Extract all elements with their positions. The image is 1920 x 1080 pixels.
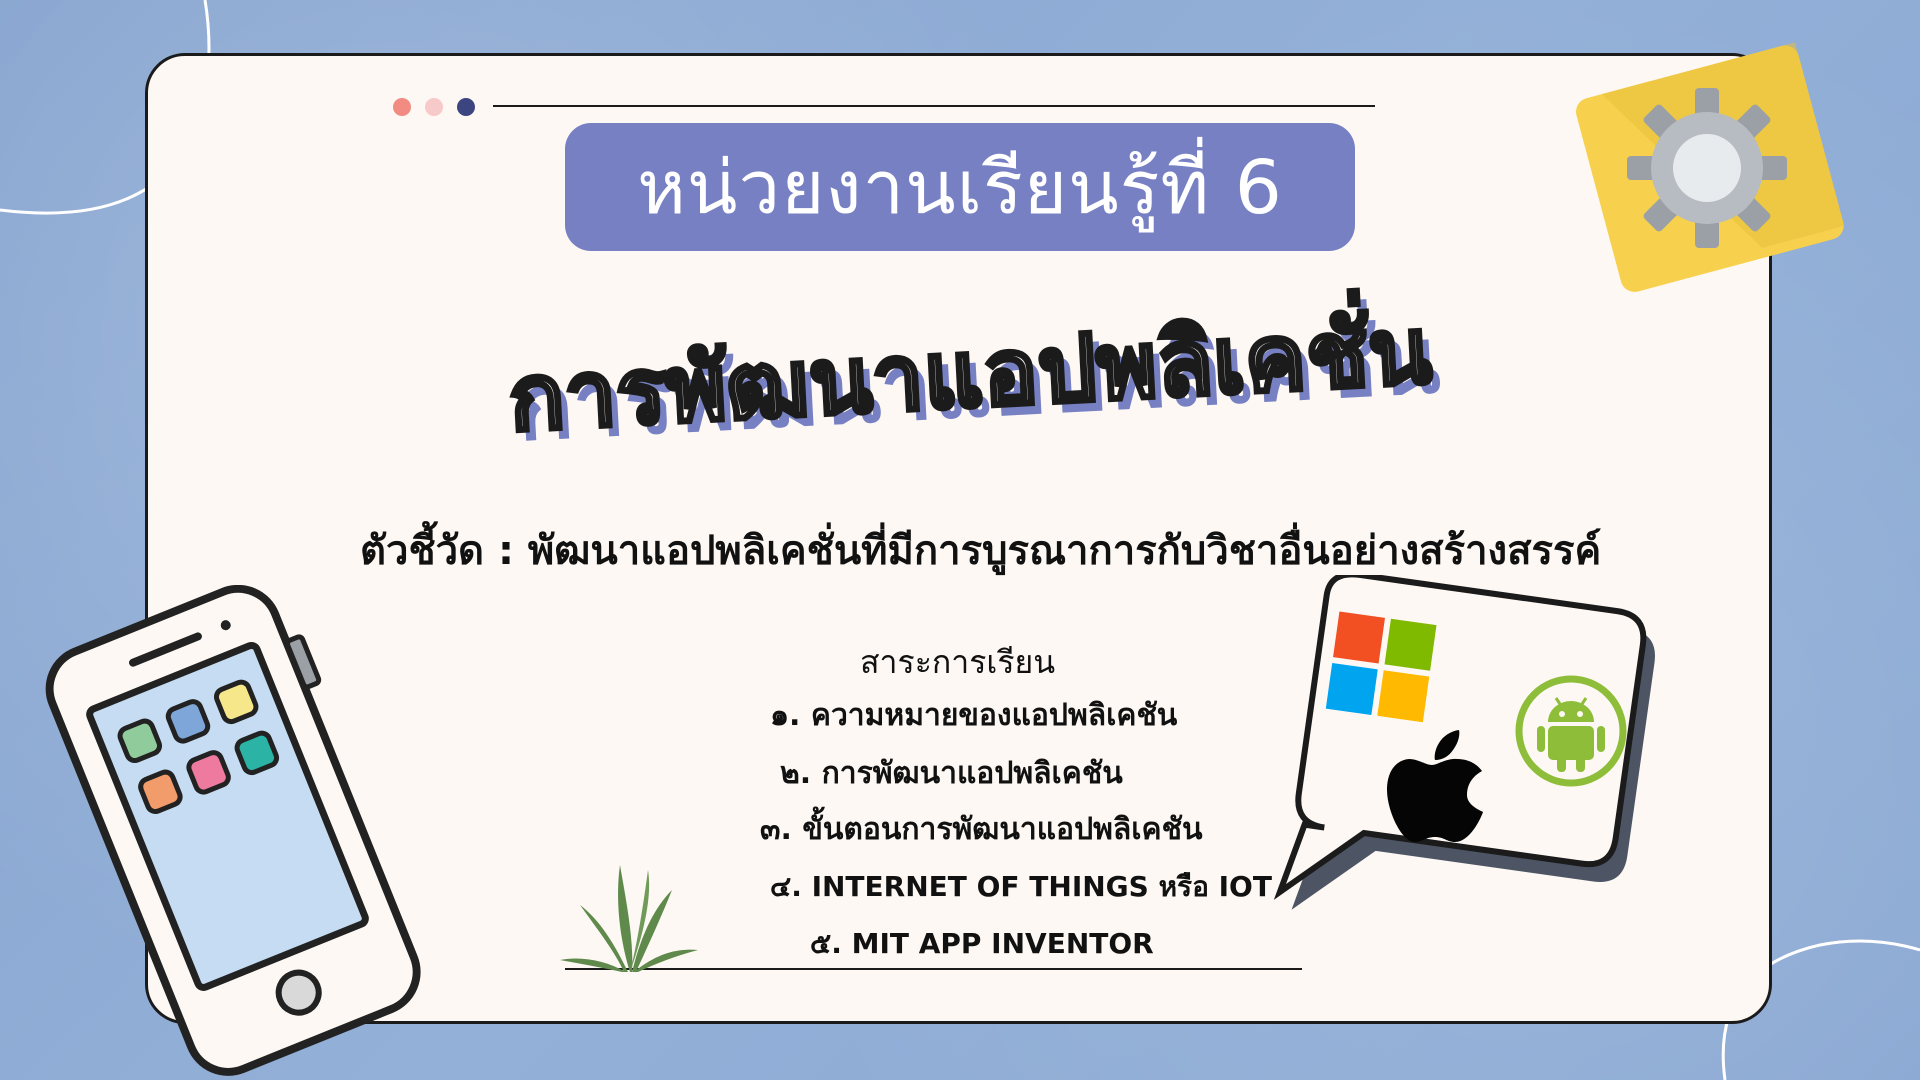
dot-red — [393, 98, 411, 116]
smartphone-icon — [45, 585, 421, 1076]
content-heading: สาระการเรียน — [860, 643, 1056, 681]
content-item-2: ๒. การพัฒนาแอปพลิเคชัน — [780, 756, 1123, 791]
apple-logo-icon — [1387, 730, 1483, 842]
window-dots — [393, 98, 475, 116]
page-title: หน่วยงานเรียนรู้ที่ 6 — [637, 145, 1283, 231]
top-divider — [493, 105, 1375, 107]
plant-icon — [560, 865, 698, 972]
windows-logo-icon — [1325, 611, 1437, 723]
android-logo-icon — [1515, 675, 1627, 787]
gear-icon — [1576, 42, 1845, 292]
content-item-4: ๔. INTERNET OF THINGS หรือ IOT — [770, 870, 1272, 903]
dot-navy — [457, 98, 475, 116]
title-banner: หน่วยงานเรียนรู้ที่ 6 — [565, 123, 1355, 251]
dot-pink — [425, 98, 443, 116]
content-item-1: ๑. ความหมายของแอปพลิเคชัน — [770, 698, 1178, 733]
indicator-text: ตัวชี้วัด : พัฒนาแอปพลิเคชั่นที่มีการบูร… — [360, 528, 1602, 574]
content-item-5: ๕. MIT APP INVENTOR — [810, 927, 1154, 960]
content-item-3: ๓. ขั้นตอนการพัฒนาแอปพลิเคชัน — [760, 812, 1203, 847]
